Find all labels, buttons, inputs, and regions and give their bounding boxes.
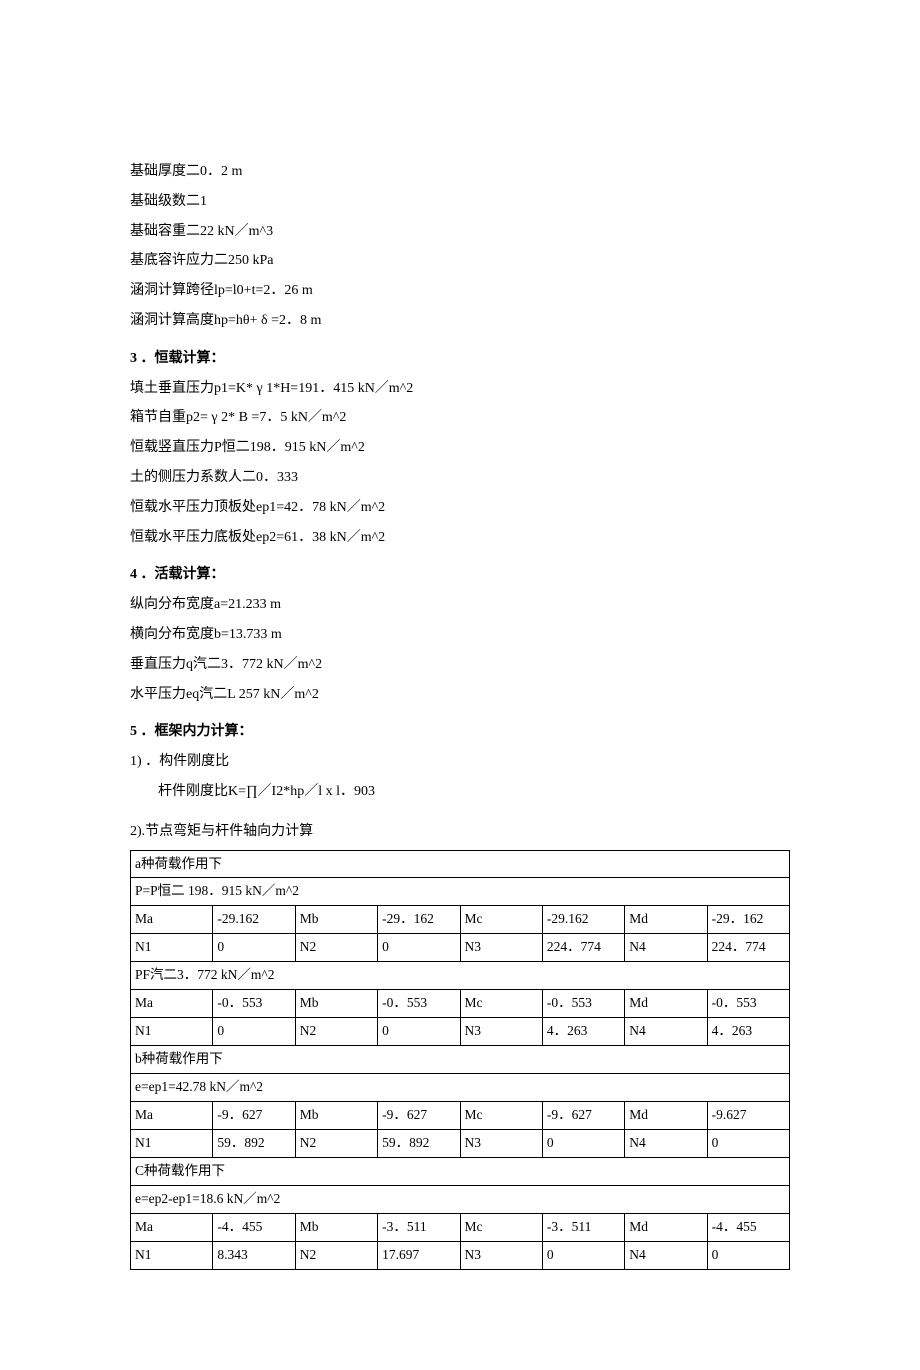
table-row: N159．892 N259．892 N30 N40: [131, 1129, 790, 1157]
intro-line: 基础厚度二0．2 m: [130, 160, 790, 184]
intro-line: 涵洞计算跨径lp=l0+t=2．26 m: [130, 279, 790, 303]
s3-line: 恒载水平压力顶板处ep1=42．78 kN／m^2: [130, 496, 790, 520]
s5-line: 1) ．构件刚度比: [130, 750, 790, 774]
s4-line: 横向分布宽度b=13.733 m: [130, 623, 790, 647]
row-header-b: b种荷载作用下: [131, 1046, 790, 1074]
table-row: Ma-4．455 Mb-3．511 Mc-3．511 Md-4．455: [131, 1213, 790, 1241]
intro-line: 基底容许应力二250 kPa: [130, 249, 790, 273]
s3-line: 填土垂直压力p1=K* γ 1*H=191．415 kN／m^2: [130, 377, 790, 401]
s3-line: 恒载水平压力底板处ep2=61．38 kN／m^2: [130, 526, 790, 550]
s3-line: 土的侧压力系数人二0．333: [130, 466, 790, 490]
table-row: N10 N20 N34．263 N44．263: [131, 1018, 790, 1046]
row-pf-header: PF汽二3．772 kN／m^2: [131, 962, 790, 990]
section-3-title: 3 ．恒载计算：: [130, 347, 790, 371]
row-header-c: C种荷载作用下: [131, 1157, 790, 1185]
s3-line: 箱节自重p2= γ 2* B =7．5 kN／m^2: [130, 406, 790, 430]
section-5-title: 5 ．框架内力计算：: [130, 720, 790, 744]
table-row: Ma-0．553 Mb-0．553 Mc-0．553 Md-0．553: [131, 990, 790, 1018]
row-b-e: e=ep1=42.78 kN／m^2: [131, 1074, 790, 1102]
intro-line: 涵洞计算高度hp=hθ+ δ =2．8 m: [130, 309, 790, 333]
row-c-e: e=ep2-ep1=18.6 kN／m^2: [131, 1185, 790, 1213]
s3-line: 恒载竖直压力P恒二198．915 kN／m^2: [130, 436, 790, 460]
row-header-a: a种荷载作用下: [131, 850, 790, 878]
intro-line: 基础级数二1: [130, 190, 790, 214]
section-4-title: 4 ．活载计算：: [130, 563, 790, 587]
table-row: Ma-9．627 Mb-9．627 Mc-9．627 Md-9.627: [131, 1101, 790, 1129]
s4-line: 水平压力eq汽二L 257 kN／m^2: [130, 683, 790, 707]
table-row: N10 N20 N3224．774 N4224．774: [131, 934, 790, 962]
table-row: N18.343 N217.697 N30 N40: [131, 1241, 790, 1269]
s5-line: 杆件刚度比K=∏／I2*hp／l x l．903: [130, 780, 790, 804]
s4-line: 垂直压力q汽二3．772 kN／m^2: [130, 653, 790, 677]
intro-line: 基础容重二22 kN／m^3: [130, 220, 790, 244]
row-a-p: P=P恒二 198．915 kN／m^2: [131, 878, 790, 906]
table-row: Ma-29.162 Mb-29．162 Mc-29.162 Md-29．162: [131, 906, 790, 934]
calc-table: a种荷载作用下 P=P恒二 198．915 kN／m^2 Ma-29.162 M…: [130, 850, 790, 1270]
s4-line: 纵向分布宽度a=21.233 m: [130, 593, 790, 617]
s5-line: 2).节点弯矩与杆件轴向力计算: [130, 820, 790, 844]
